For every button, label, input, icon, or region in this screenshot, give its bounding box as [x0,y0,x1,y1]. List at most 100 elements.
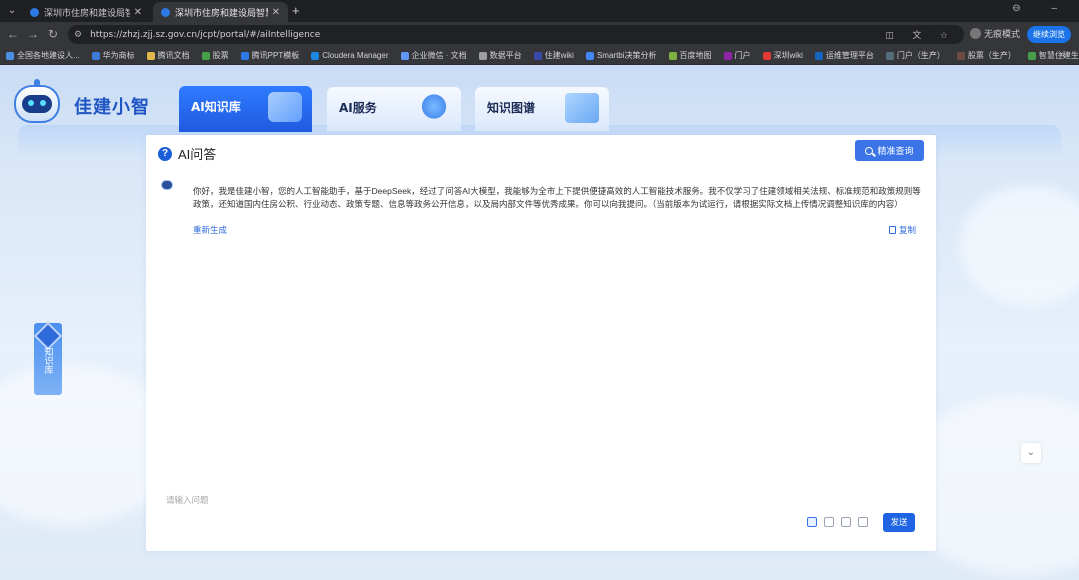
precise-search-button[interactable]: 精准查询 [855,140,924,161]
bookmark-item[interactable]: 百度地图 [668,50,712,61]
bookmark-item[interactable]: 腾讯PPT模板 [240,50,300,61]
bookmark-item[interactable]: 股票 [201,50,229,61]
question-icon: ? [158,146,172,161]
model-cube-icon[interactable] [807,517,817,527]
address-bar-actions[interactable]: ◫ 文 ☆ [885,28,956,41]
tab-ai-services[interactable]: AI服务 [327,87,461,131]
bookmark-item[interactable]: 运维管理平台 [814,50,874,61]
bookmark-label: 数据平台 [489,51,522,60]
panel-header: ? AI问答 [158,144,216,163]
close-tab-icon[interactable]: ✕ [272,7,280,18]
bookmark-favicon-icon [311,51,320,60]
bookmark-item[interactable]: 门户（生产） [885,50,945,61]
incognito-indicator[interactable]: 无痕模式 [970,27,1020,40]
browser-tab-active[interactable]: 深圳市住房和建设局智慧住建... ✕ [153,2,288,22]
bookmark-label: 股票（生产） [967,51,1016,60]
copy-icon [888,226,896,234]
bookmark-item[interactable]: Cloudera Manager [311,51,389,60]
bookmark-item[interactable]: 深圳wiki [762,50,803,61]
site-favicon-icon [30,7,39,17]
tab-label: AI知识库 [191,100,241,114]
search-icon [865,146,874,155]
forward-icon[interactable]: → [25,27,41,41]
tab-knowledge-graph[interactable]: 知识图谱 [475,87,609,131]
back-icon[interactable]: ← [5,27,21,41]
browser-tabbar: ⌄ 深圳市住房和建设局智慧住建... ✕ 深圳市住房和建设局智慧住建... ✕ … [0,0,1079,22]
browser-tab[interactable]: 深圳市住房和建设局智慧住建... ✕ [22,2,150,22]
bookmark-item[interactable]: 智慧住建生产环境... [1027,50,1079,61]
knowledge-graph-illustration-icon [565,93,599,123]
site-info-icon[interactable]: ⚙ [74,29,82,40]
bookmark-label: 腾讯PPT模板 [251,51,300,60]
bookmark-favicon-icon [762,51,771,60]
bookmark-label: 企业微信 · 文档 [411,51,467,60]
bookmark-label: 华为商标 [102,51,135,60]
bookmark-item[interactable]: 门户 [723,50,751,61]
tab-title: 深圳市住房和建设局智慧住建... [44,7,130,18]
bookmark-item[interactable]: 住建wiki [533,50,574,61]
bookmark-label: Smartbi决策分析 [596,51,657,60]
tab-ai-knowledge-base[interactable]: AI知识库 [179,86,312,132]
text-format-icon[interactable] [824,517,834,527]
close-tab-icon[interactable]: ✕ [134,7,142,18]
brand-title: 佳建小智 [74,97,150,118]
bookmark-item[interactable]: Smartbi决策分析 [585,50,657,61]
incognito-icon [970,28,981,39]
attachment-icon[interactable] [858,517,868,527]
input-toolbar [807,517,868,527]
question-input[interactable]: 请输入问题 [166,494,209,506]
knowledge-base-illustration-icon [268,92,302,122]
new-tab-icon[interactable]: + [292,3,300,18]
copy-label: 复制 [898,225,916,235]
bookmark-item[interactable]: 企业微信 · 文档 [400,50,467,61]
bookmark-favicon-icon [668,51,677,60]
bookmark-favicon-icon [240,51,249,60]
app-page: 佳建小智 AI知识库 AI服务 知识图谱 知识库 ? AI问答 精准查询 你好，… [0,65,1079,580]
knowledge-base-icon [33,321,63,351]
bookmark-favicon-icon [400,51,409,60]
tab-label: 知识图谱 [487,101,536,115]
tab-search-icon[interactable]: ⌄ [5,4,19,18]
bookmark-favicon-icon [201,51,210,60]
reload-icon[interactable]: ↻ [45,27,61,41]
bookmark-favicon-icon [91,51,100,60]
qa-panel: ? AI问答 精准查询 你好，我是佳建小智，您的人工智能助手，基于DeepSee… [146,135,936,551]
send-button[interactable]: 发送 [883,513,915,532]
background-cloud [960,185,1079,305]
bookmark-favicon-icon [478,51,487,60]
bookmark-label: 门户（生产） [896,51,945,60]
window-controls[interactable]: ⊖ – [1012,3,1071,14]
url-text: https://zhzj.zjj.sz.gov.cn/jcpt/portal/#… [90,29,321,40]
panel-title: AI问答 [178,147,217,162]
bookmark-favicon-icon [814,51,823,60]
bookmark-item[interactable]: 股票（生产） [956,50,1016,61]
bookmark-label: 门户 [734,51,751,60]
bookmark-label: 运维管理平台 [825,51,874,60]
incognito-label: 无痕模式 [984,29,1021,39]
bookmark-favicon-icon [585,51,594,60]
scroll-to-bottom-icon[interactable]: ⌄ [1021,443,1041,463]
bookmark-label: 住建wiki [544,51,574,60]
upload-icon[interactable] [841,517,851,527]
knowledge-base-side-button[interactable]: 知识库 [33,321,63,395]
resume-browsing-button[interactable]: 继续浏览 [1027,26,1071,43]
bookmark-favicon-icon [6,51,14,60]
browser-toolbar: ← → ↻ ⚙ https://zhzj.zjj.sz.gov.cn/jcpt/… [0,22,1079,47]
regenerate-link[interactable]: 重新生成 [193,224,227,236]
precise-search-label: 精准查询 [877,146,914,156]
bookmark-label: 百度地图 [679,51,712,60]
bookmark-label: 全国各地建设人... [17,51,80,60]
tab-title: 深圳市住房和建设局智慧住建... [175,7,268,18]
bookmark-item[interactable]: 数据平台 [478,50,522,61]
bookmark-item[interactable]: 腾讯文档 [146,50,190,61]
bookmark-label: 腾讯文档 [157,51,190,60]
bookmark-label: 深圳wiki [773,51,803,60]
tab-label: AI服务 [339,101,377,115]
copy-button[interactable]: 复制 [888,224,916,236]
bot-avatar-icon [161,180,173,190]
bookmark-item[interactable]: 华为商标 [91,50,135,61]
bookmark-item[interactable]: 全国各地建设人... [6,50,80,61]
more-bookmarks-icon[interactable]: » [1059,49,1065,60]
assistant-logo-icon [8,79,68,127]
address-bar[interactable]: ⚙ https://zhzj.zjj.sz.gov.cn/jcpt/portal… [68,25,964,44]
